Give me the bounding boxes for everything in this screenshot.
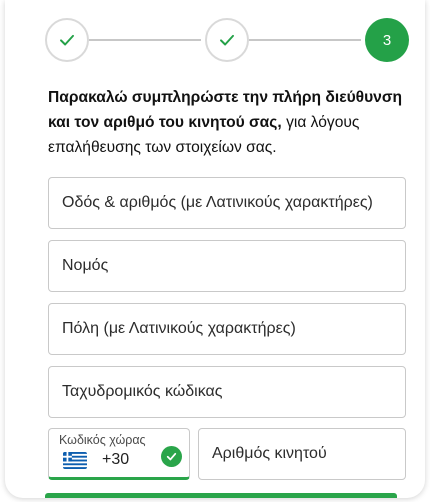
instruction-text: Παρακαλώ συμπληρώστε την πλήρη διεύθυνση… (48, 85, 408, 160)
prefecture-placeholder: Νομός (62, 257, 109, 274)
check-circle-icon (161, 446, 182, 467)
form-card: 3 Παρακαλώ συμπληρώστε την πλήρη διεύθυν… (5, 0, 425, 498)
country-code-label: Κωδικός χώρας (59, 433, 146, 447)
step-1-completed (45, 18, 89, 62)
street-field[interactable]: Οδός & αριθμός (με Λατινικούς χαρακτήρες… (48, 177, 406, 229)
card-bottom-accent (45, 493, 397, 498)
check-icon (60, 34, 74, 46)
step-connector (249, 39, 361, 41)
step-connector (89, 39, 201, 41)
prefecture-field[interactable]: Νομός (48, 240, 406, 292)
postal-code-field[interactable]: Ταχυδρομικός κώδικας (48, 366, 406, 418)
country-code-select[interactable]: Κωδικός χώρας +30 (48, 428, 190, 480)
step-3-current: 3 (365, 18, 409, 62)
step-2-completed (205, 18, 249, 62)
mobile-number-field[interactable]: Αριθμός κινητού (198, 428, 406, 480)
street-placeholder: Οδός & αριθμός (με Λατινικούς χαρακτήρες… (62, 194, 373, 211)
city-placeholder: Πόλη (με Λατινικούς χαρακτήρες) (62, 320, 296, 337)
progress-stepper: 3 (43, 18, 409, 62)
city-field[interactable]: Πόλη (με Λατινικούς χαρακτήρες) (48, 303, 406, 355)
mobile-placeholder: Αριθμός κινητού (212, 445, 327, 462)
greece-flag-icon (63, 452, 87, 469)
postal-code-placeholder: Ταχυδρομικός κώδικας (62, 383, 223, 400)
country-code-value: +30 (102, 451, 130, 468)
check-icon (220, 34, 234, 46)
